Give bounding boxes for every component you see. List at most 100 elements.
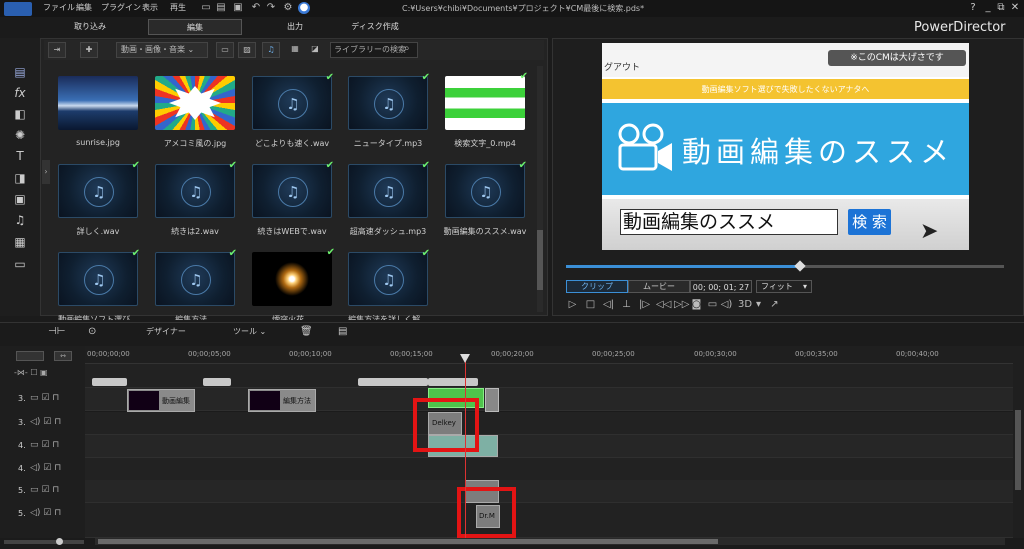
menu-view[interactable]: 表示 [142, 2, 158, 13]
undock-preview-icon[interactable]: ↗ [768, 298, 781, 311]
image-filter-icon[interactable]: ▨ [238, 42, 256, 58]
audio-track-icon[interactable]: ◁) ☑ ⊓ [30, 463, 61, 473]
media-thumbnail[interactable]: ♫ ✔ [58, 160, 140, 218]
zoom-slider-handle[interactable] [56, 538, 63, 545]
audio-track-icon[interactable]: ◁) ☑ ⊓ [30, 508, 61, 518]
timeline-vertical-thumb[interactable] [1015, 410, 1021, 490]
import-icon[interactable]: ⇥ [48, 42, 66, 58]
title-clip[interactable] [358, 378, 428, 386]
ruler-timecode: 00;00;40;00 [896, 350, 939, 358]
audio-mixing-icon[interactable]: ▣ [12, 191, 28, 207]
account-icon[interactable]: ● [298, 2, 310, 14]
menu-file[interactable]: ファイル [43, 2, 75, 13]
tools-menu[interactable]: ツール ⌄ [233, 326, 266, 337]
fit-timeline-icon[interactable] [16, 351, 44, 361]
music-note-icon: ♫ [278, 89, 308, 119]
media-thumbnail[interactable]: ♫ ✔ [252, 160, 334, 218]
small-clip[interactable] [485, 388, 499, 412]
audio-track-icon[interactable]: ◁) ☑ ⊓ [30, 417, 61, 427]
menu-playback[interactable]: 再生 [170, 2, 186, 13]
audio-clip[interactable]: 編集方法 [248, 389, 316, 412]
restore-button[interactable]: ⧉ [994, 2, 1008, 13]
title-clip[interactable] [203, 378, 231, 386]
video-track-icon[interactable]: ▭ ☑ ⊓ [30, 440, 59, 450]
timeline-horizontal-thumb[interactable] [98, 539, 718, 544]
movie-mode-button[interactable]: ムービー [628, 280, 690, 293]
media-thumbnail[interactable]: ✔ [252, 247, 335, 306]
subtitle-room-icon[interactable]: ▭ [12, 256, 28, 272]
grid-view-icon[interactable]: ▦ [288, 42, 302, 58]
media-thumbnail[interactable] [155, 76, 235, 130]
designer-menu[interactable]: デザイナー [146, 326, 186, 337]
media-thumbnail[interactable]: ♫ ✔ [348, 248, 430, 306]
volume-icon[interactable]: ◁) [720, 298, 733, 311]
menu-edit[interactable]: 編集 [76, 2, 92, 13]
media-room-icon[interactable]: ▤ [12, 64, 28, 80]
minimize-button[interactable]: _ [981, 2, 995, 13]
title-room-icon[interactable]: T [12, 148, 28, 164]
previous-frame-icon[interactable]: ◁| [602, 298, 615, 311]
track-manager-icon[interactable]: ⊣⊢ [48, 326, 65, 337]
timeline-mode-icon[interactable]: ⊙ [88, 326, 96, 337]
media-thumbnail[interactable]: ✔ [445, 71, 528, 130]
next-frame-icon[interactable]: |▷ [638, 298, 651, 311]
fx-room-icon[interactable]: fx [12, 85, 28, 101]
library-scrollbar-thumb[interactable] [537, 230, 543, 290]
audio-clip[interactable]: 動画編集 [127, 389, 195, 412]
stop-icon[interactable]: □ [584, 298, 597, 311]
transition-room-icon[interactable]: ◨ [12, 170, 28, 186]
redo-icon[interactable]: ↷ [265, 2, 277, 14]
produce-range-icon[interactable]: ▤ [338, 326, 347, 337]
title-clip[interactable] [428, 378, 478, 386]
video-filter-icon[interactable]: ▭ [216, 42, 234, 58]
close-button[interactable]: ✕ [1008, 2, 1022, 13]
tab-produce[interactable]: 出力 [275, 19, 315, 35]
menu-plugin[interactable]: プラグイン [101, 2, 141, 13]
disclaimer-badge: ※このCMは大げさです [828, 50, 966, 66]
monitor-icon[interactable]: ▭ [706, 298, 719, 311]
media-thumbnail[interactable]: ♫ ✔ [348, 72, 430, 130]
zoom-fit-dropdown[interactable]: フィット ▾ [756, 280, 812, 293]
chapter-room-icon[interactable]: ▦ [12, 234, 28, 250]
zoom-range-icon[interactable]: ⇿ [54, 351, 72, 361]
chevron-down-icon[interactable]: ▾ [752, 298, 765, 311]
clip-mode-button[interactable]: クリップ [566, 280, 628, 293]
media-thumbnail[interactable] [58, 76, 138, 130]
media-thumbnail[interactable]: ♫ ✔ [155, 160, 237, 218]
media-thumbnail[interactable]: ♫ ✔ [252, 72, 334, 130]
delete-trash-icon[interactable]: 🗑 [300, 326, 313, 337]
voiceover-icon[interactable]: ♫ [12, 212, 28, 228]
plugin-icon[interactable]: ✚ [80, 42, 98, 58]
playhead-line[interactable] [465, 356, 466, 538]
thumbnail-size-icon[interactable]: ◪ [308, 42, 322, 58]
mark-in-icon[interactable]: ⊥ [620, 298, 633, 311]
snapshot-camera-icon[interactable]: ◙ [690, 298, 703, 311]
timecode-display[interactable]: 00; 00; 01; 27 [690, 280, 752, 293]
pip-room-icon[interactable]: ◧ [12, 106, 28, 122]
undo-icon[interactable]: ↶ [250, 2, 262, 14]
media-thumbnail[interactable]: ♫ ✔ [155, 248, 237, 306]
media-thumbnail[interactable]: ♫ ✔ [348, 160, 430, 218]
audio-filter-icon[interactable]: ♫ [262, 42, 280, 58]
tab-disc[interactable]: ディスク作成 [340, 19, 410, 35]
help-button[interactable]: ? [966, 2, 980, 13]
new-project-icon[interactable]: ▭ [200, 2, 212, 14]
media-thumbnail[interactable]: ♫ ✔ [58, 248, 140, 306]
rewind-icon[interactable]: ◁◁ [656, 298, 671, 311]
search-icon[interactable]: ⌕ [404, 43, 410, 54]
particle-room-icon[interactable]: ✺ [12, 127, 28, 143]
settings-gear-icon[interactable]: ⚙ [282, 2, 294, 14]
library-filter-dropdown[interactable]: 動画・画像・音楽 ⌄ [116, 42, 208, 58]
fast-forward-icon[interactable]: ▷▷ [674, 298, 689, 311]
expand-panel-chevron-icon[interactable]: › [42, 160, 50, 184]
media-thumbnail[interactable]: ♫ ✔ [445, 160, 527, 218]
timeline-zoom-slider[interactable] [4, 540, 84, 544]
save-icon[interactable]: ▣ [232, 2, 244, 14]
play-icon[interactable]: ▷ [566, 298, 579, 311]
title-clip[interactable] [92, 378, 127, 386]
tab-edit[interactable]: 編集 [148, 19, 242, 35]
open-icon[interactable]: ▤ [215, 2, 227, 14]
tab-capture[interactable]: 取り込み [60, 19, 120, 35]
video-track-icon[interactable]: ▭ ☑ ⊓ [30, 485, 59, 495]
video-track-icon[interactable]: ▭ ☑ ⊓ [30, 393, 59, 403]
